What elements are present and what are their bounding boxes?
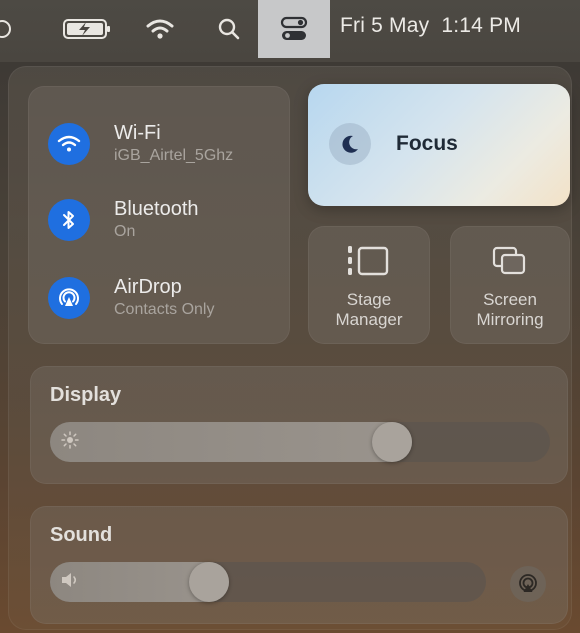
menubar-time: 1:14 PM (441, 14, 521, 37)
brightness-slider[interactable] (50, 422, 550, 462)
sun-icon (60, 430, 80, 455)
focus-label: Focus (396, 132, 458, 155)
menubar-date: Fri 5 May (340, 14, 430, 37)
volume-slider-knob[interactable] (188, 562, 229, 602)
airdrop-status: Contacts Only (114, 301, 215, 318)
airdrop-icon[interactable] (48, 277, 90, 319)
airdrop-row[interactable]: AirDrop Contacts Only (48, 276, 214, 320)
menubar-clock[interactable]: Fri 5 May 1:14 PM (340, 14, 521, 38)
display-title: Display (50, 384, 122, 406)
partial-circle-icon[interactable] (0, 0, 14, 58)
brightness-slider-knob[interactable] (372, 422, 412, 462)
bluetooth-status: On (114, 223, 136, 240)
volume-slider[interactable] (50, 562, 486, 602)
bluetooth-title: Bluetooth (114, 198, 199, 220)
wifi-row[interactable]: Wi-Fi iGB_Airtel_5Ghz (48, 122, 233, 166)
stage-manager-label-line2: Manager (335, 310, 403, 329)
wifi-icon[interactable] (142, 0, 178, 58)
display-tile: Display (30, 366, 568, 484)
stage-manager-label-line1: Stage (346, 290, 392, 309)
bluetooth-icon[interactable] (48, 199, 90, 241)
control-center-icon[interactable] (258, 0, 330, 58)
screen-mirroring-label-line2: Mirroring (476, 310, 544, 329)
stage-manager-tile[interactable]: Stage Manager (308, 226, 430, 344)
screen-mirroring-label-line1: Screen (483, 290, 537, 309)
moon-icon (329, 123, 371, 165)
wifi-title: Wi-Fi (114, 122, 161, 144)
airdrop-title: AirDrop (114, 276, 182, 298)
brightness-slider-fill (50, 422, 412, 462)
wifi-network-name: iGB_Airtel_5Ghz (114, 147, 234, 164)
screen-mirroring-tile[interactable]: Screen Mirroring (450, 226, 570, 344)
sound-tile: Sound (30, 506, 568, 624)
bluetooth-row[interactable]: Bluetooth On (48, 198, 199, 242)
menu-bar: Fri 5 May 1:14 PM (0, 0, 580, 62)
airplay-audio-icon[interactable] (510, 566, 546, 602)
sound-title: Sound (50, 524, 113, 546)
search-icon[interactable] (212, 0, 246, 58)
wifi-toggle-icon[interactable] (48, 123, 90, 165)
battery-charging-icon[interactable] (58, 0, 118, 58)
speaker-icon (60, 570, 82, 595)
focus-tile[interactable]: Focus (308, 84, 570, 206)
screen-mirroring-icon (450, 244, 570, 280)
stage-manager-icon (308, 244, 430, 280)
